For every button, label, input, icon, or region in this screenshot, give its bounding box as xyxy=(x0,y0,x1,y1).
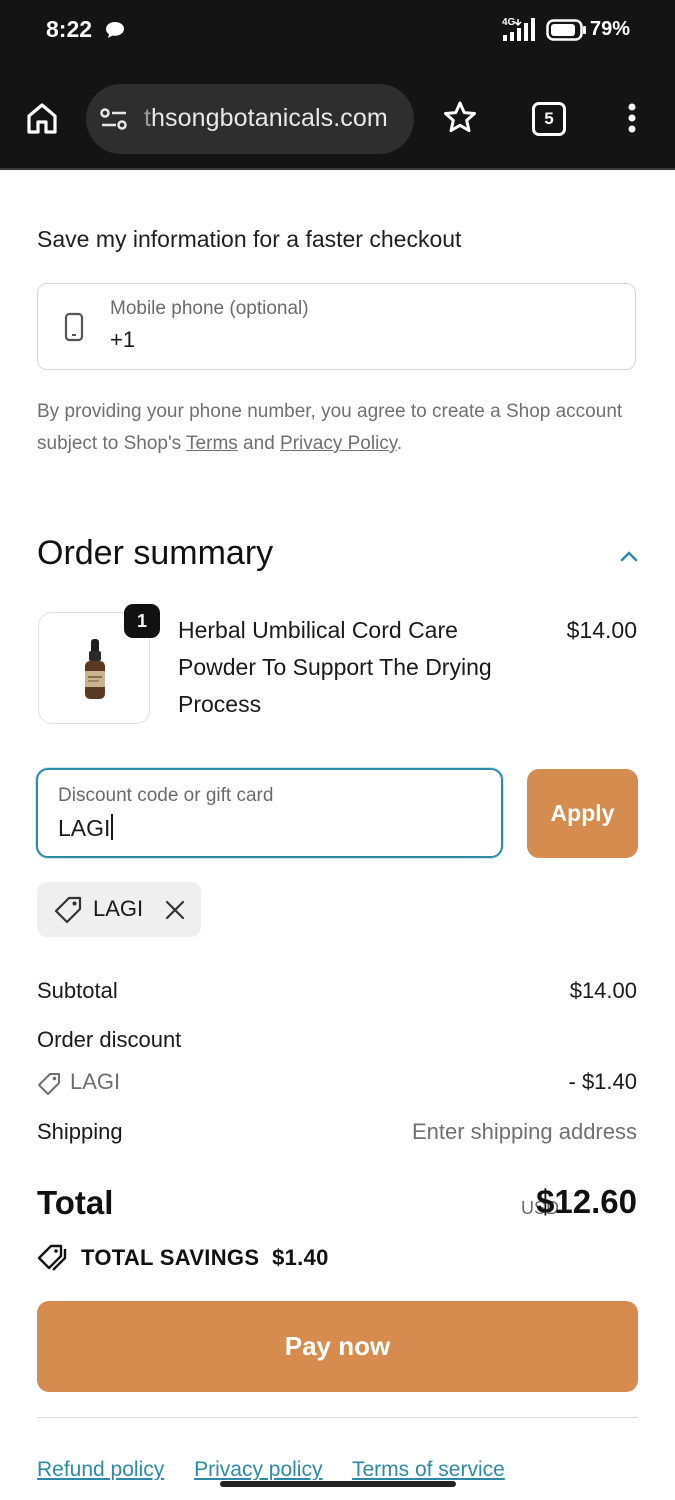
chat-bubble-icon xyxy=(106,22,124,38)
text-cursor xyxy=(111,814,114,840)
privacy-policy-footer-link[interactable]: Privacy policy xyxy=(194,1458,322,1480)
pay-now-button[interactable]: Pay now xyxy=(37,1301,638,1392)
total-savings: TOTAL SAVINGS $1.40 xyxy=(81,1245,329,1270)
discount-input-value[interactable]: LAGI xyxy=(58,814,114,842)
footer-divider xyxy=(37,1417,638,1418)
phone-field-value[interactable]: +1 xyxy=(110,327,135,353)
discount-tag-icon xyxy=(38,1073,60,1095)
url-text: thsongbotanicals.com xyxy=(144,104,388,132)
discount-code-line: LAGI xyxy=(70,1069,121,1094)
battery-percent: 79% xyxy=(590,18,631,40)
savings-tag-icon xyxy=(37,1244,67,1271)
total-value: $12.60 xyxy=(536,1183,637,1220)
refund-policy-link[interactable]: Refund policy xyxy=(37,1458,164,1480)
shipping-value: Enter shipping address xyxy=(411,1119,637,1144)
save-info-heading: Save my information for a faster checkou… xyxy=(37,226,462,252)
status-bar: 8:22 4G 79% xyxy=(0,0,675,62)
applied-discount-chip: LAGI xyxy=(37,882,201,937)
site-settings-icon[interactable] xyxy=(100,107,128,131)
shipping-label: Shipping xyxy=(37,1119,123,1144)
browser-toolbar: thsongbotanicals.com 5 xyxy=(0,62,675,170)
tab-switcher-button[interactable]: 5 xyxy=(532,102,566,136)
bookmark-star-icon[interactable] xyxy=(442,100,478,136)
svg-text:4G: 4G xyxy=(502,17,516,28)
order-summary-title: Order summary xyxy=(37,534,274,572)
subtotal-value: $14.00 xyxy=(569,978,637,1003)
product-name: Herbal Umbilical Cord Care Powder To Sup… xyxy=(178,617,492,717)
mobile-phone-field[interactable]: Mobile phone (optional) +1 xyxy=(37,283,636,370)
discount-amount: - $1.40 xyxy=(568,1069,638,1094)
applied-code-text: LAGI xyxy=(93,896,144,921)
home-icon[interactable] xyxy=(24,100,60,136)
privacy-policy-link[interactable]: Privacy Policy xyxy=(280,433,397,454)
status-time: 8:22 xyxy=(46,16,93,42)
product-price: $14.00 xyxy=(566,617,637,643)
discount-input-label: Discount code or gift card xyxy=(58,785,274,806)
apply-button[interactable]: Apply xyxy=(527,769,638,858)
more-options-icon[interactable] xyxy=(626,102,638,134)
terms-of-service-link[interactable]: Terms of service xyxy=(352,1458,505,1480)
gesture-home-indicator[interactable] xyxy=(220,1481,456,1487)
chevron-up-icon[interactable] xyxy=(619,549,639,563)
total-label: Total xyxy=(37,1184,114,1221)
subtotal-label: Subtotal xyxy=(37,978,118,1003)
mobile-phone-icon xyxy=(64,312,84,342)
footer-links: Refund policy Privacy policy Terms of se… xyxy=(37,1458,637,1480)
terms-link[interactable]: Terms xyxy=(186,433,238,454)
remove-discount-icon[interactable] xyxy=(164,899,186,921)
battery-icon xyxy=(546,19,586,41)
order-discount-label: Order discount xyxy=(37,1027,182,1052)
phone-consent-text: By providing your phone number, you agre… xyxy=(37,401,623,454)
signal-4g-icon: 4G xyxy=(502,17,535,41)
phone-field-label: Mobile phone (optional) xyxy=(110,298,309,319)
address-bar[interactable]: thsongbotanicals.com xyxy=(86,84,414,154)
discount-code-input[interactable]: Discount code or gift card LAGI xyxy=(36,768,503,858)
quantity-badge: 1 xyxy=(124,604,160,638)
tag-icon xyxy=(54,896,82,924)
